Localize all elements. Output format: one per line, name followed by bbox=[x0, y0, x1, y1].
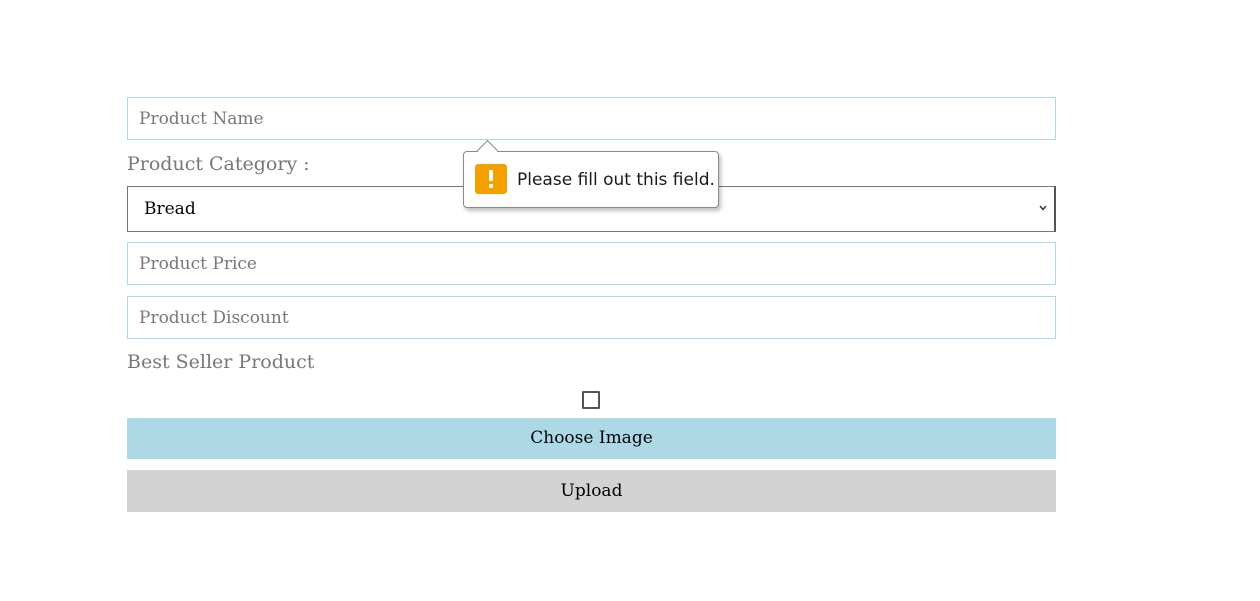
upload-button[interactable]: Upload bbox=[127, 470, 1056, 512]
validation-message: Please fill out this field. bbox=[517, 170, 715, 190]
product-discount-input[interactable] bbox=[127, 296, 1056, 339]
best-seller-checkbox[interactable] bbox=[582, 391, 600, 409]
product-name-input[interactable] bbox=[127, 97, 1056, 140]
choose-image-button[interactable]: Choose Image bbox=[127, 418, 1056, 459]
warning-icon bbox=[475, 164, 507, 194]
best-seller-label: Best Seller Product bbox=[127, 351, 315, 373]
best-seller-checkbox-row bbox=[127, 373, 1056, 418]
product-price-input[interactable] bbox=[127, 242, 1056, 285]
validation-tooltip: Please fill out this field. bbox=[463, 139, 719, 208]
chevron-down-icon bbox=[1039, 205, 1047, 211]
product-category-selected-value: Bread bbox=[144, 199, 196, 219]
